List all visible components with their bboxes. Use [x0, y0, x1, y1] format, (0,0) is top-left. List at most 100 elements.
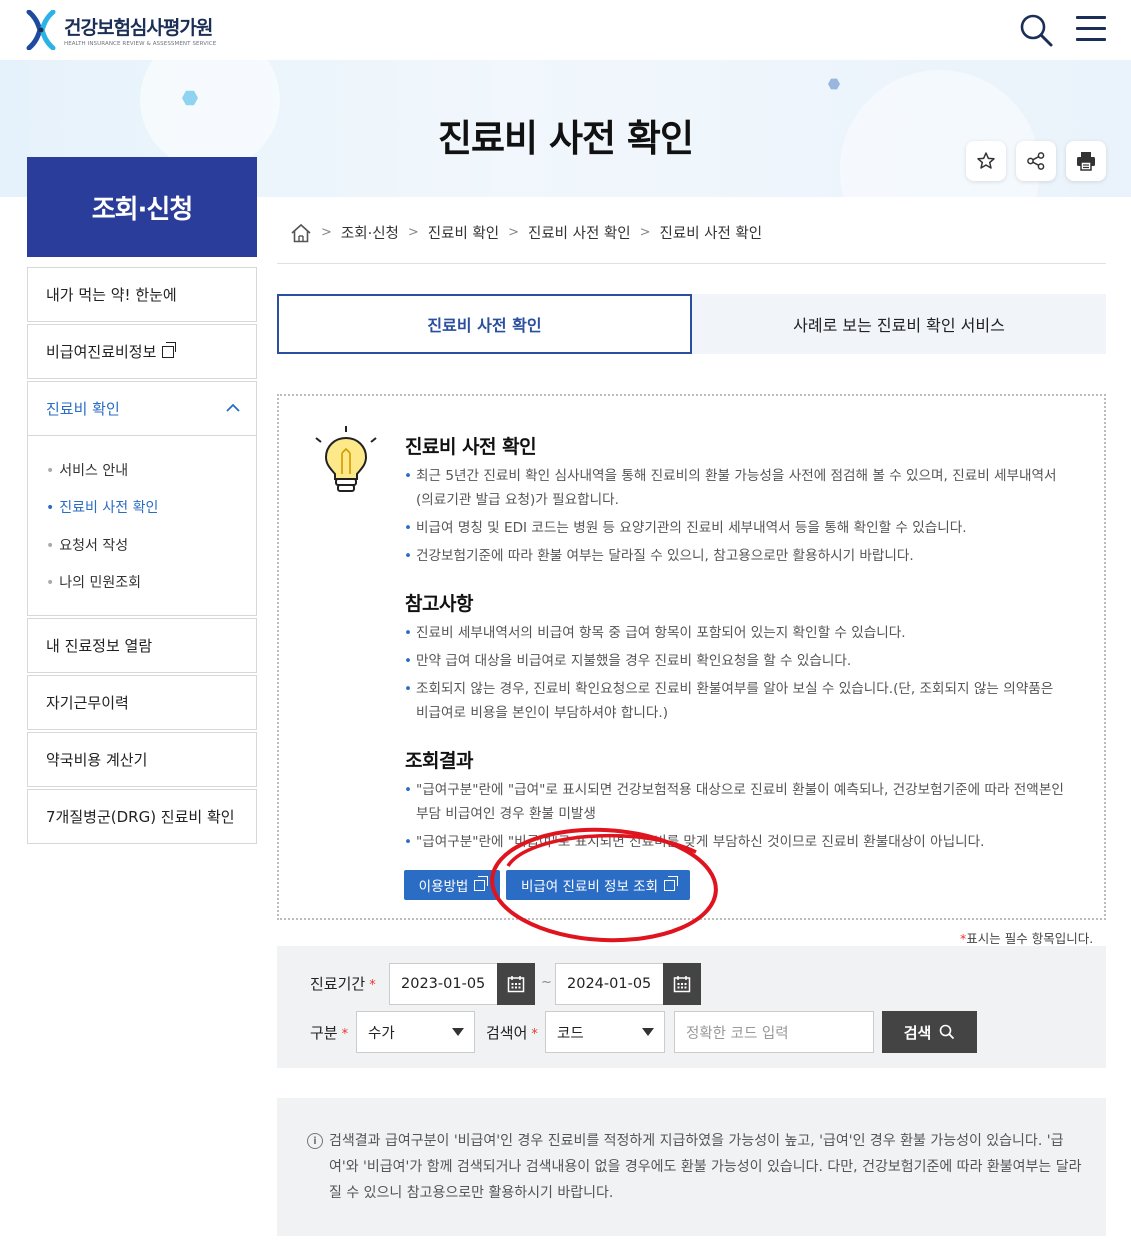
lightbulb-icon: [315, 426, 377, 492]
breadcrumb: > 조회·신청 > 진료비 확인 > 진료비 사전 확인 > 진료비 사전 확인: [290, 222, 762, 243]
search-icon: [1020, 14, 1053, 47]
required-star: *: [369, 978, 376, 993]
sidebar-item-noncovered-info[interactable]: 비급여진료비정보: [27, 324, 257, 379]
label-text: 검색어: [486, 1024, 528, 1042]
menu-line: [1076, 38, 1106, 41]
home-icon[interactable]: [290, 223, 312, 243]
site-header: 건강보험심사평가원 HEALTH INSURANCE REVIEW & ASSE…: [0, 0, 1131, 60]
required-note-text: 표시는 필수 항목입니다.: [966, 931, 1094, 946]
logo-mark-icon: [26, 10, 56, 50]
tab-pre-check[interactable]: 진료비 사전 확인: [277, 294, 692, 354]
period-label: 진료기간 *: [310, 973, 376, 994]
info-bullet: 만약 급여 대상을 비급여로 지불했을 경우 진료비 확인요청을 할 수 있습니…: [404, 649, 1064, 673]
required-star: *: [341, 1027, 349, 1042]
breadcrumb-item[interactable]: 진료비 사전 확인: [528, 222, 631, 243]
label-text: 구분: [310, 1024, 338, 1042]
type-label: 구분 *: [310, 1022, 348, 1043]
button-label: 검색: [903, 1023, 932, 1042]
hamburger-menu-button[interactable]: [1076, 16, 1106, 44]
sidebar-title: 조회·신청: [27, 157, 257, 257]
type-select[interactable]: 수가: [356, 1011, 475, 1053]
bookmark-button[interactable]: [966, 141, 1006, 181]
info-bullet: 비급여 명칭 및 EDI 코드는 병원 등 요양기관의 진료비 세부내역서 등을…: [404, 516, 1064, 540]
external-link-icon: [162, 341, 177, 358]
submenu-item-request-form[interactable]: 요청서 작성: [46, 535, 128, 555]
submenu-item-label: 진료비 사전 확인: [59, 500, 159, 516]
dropdown-arrow-icon: [452, 1028, 464, 1036]
calendar-icon: [507, 976, 525, 993]
chevron-right-icon: >: [407, 225, 419, 240]
search-icon: [939, 1024, 955, 1040]
sidebar-item-my-medicine[interactable]: 내가 먹는 약! 한눈에: [27, 267, 257, 322]
sidebar-item-work-history[interactable]: 자기근무이력: [27, 675, 257, 730]
notice-text: 검색결과 급여구분이 '비급여'인 경우 진료비를 적정하게 지급하였을 가능성…: [329, 1133, 1082, 1201]
sidebar-item-drg[interactable]: 7개질병군(DRG) 진료비 확인: [27, 789, 257, 844]
star-icon: [977, 152, 995, 169]
logo-subtitle: HEALTH INSURANCE REVIEW & ASSESSMENT SER…: [64, 41, 217, 47]
chevron-up-icon: [226, 403, 240, 412]
sidebar-item-label: 7개질병군(DRG) 진료비 확인: [46, 808, 235, 826]
chevron-right-icon: >: [639, 225, 651, 240]
share-button[interactable]: [1016, 141, 1056, 181]
section-title-results: 조회결과: [405, 750, 473, 772]
date-value: 2024-01-05: [567, 976, 652, 992]
sidebar-item-label: 내가 먹는 약! 한눈에: [46, 286, 177, 304]
submenu-item-label: 요청서 작성: [59, 538, 129, 554]
keyword-label: 검색어 *: [486, 1022, 538, 1043]
sidebar-item-label: 비급여진료비정보: [46, 343, 157, 361]
breadcrumb-current: 진료비 사전 확인: [659, 226, 763, 242]
chevron-right-icon: >: [508, 225, 519, 240]
sidebar-item-my-medical-info[interactable]: 내 진료정보 열람: [27, 618, 257, 673]
date-to-input[interactable]: 2024-01-05: [555, 963, 665, 1005]
site-logo[interactable]: 건강보험심사평가원 HEALTH INSURANCE REVIEW & ASSE…: [26, 10, 216, 50]
breadcrumb-divider: [277, 263, 1106, 264]
hexagon-decoration: [828, 78, 840, 90]
section-title-pre-check: 진료비 사전 확인: [405, 436, 537, 458]
calendar-icon: [673, 976, 691, 993]
sidebar-item-label: 진료비 확인: [46, 400, 120, 418]
breadcrumb-item[interactable]: 진료비 확인: [428, 222, 499, 243]
required-fields-note: *표시는 필수 항목입니다.: [960, 928, 1093, 947]
required-star: *: [531, 1027, 538, 1042]
search-button[interactable]: [1018, 12, 1054, 48]
submenu-item-my-complaints[interactable]: 나의 민원조회: [46, 572, 141, 592]
info-bullet: 조회되지 않는 경우, 진료비 확인요청으로 진료비 환불여부를 알아 보실 수…: [404, 677, 1064, 725]
red-annotation-circle: [490, 827, 718, 943]
code-search-input[interactable]: 정확한 코드 입력: [674, 1011, 874, 1053]
keyword-type-select[interactable]: 코드: [545, 1011, 665, 1053]
label-text: 진료기간: [310, 975, 366, 993]
info-bullet: "급여구분"란에 "급여"로 표시되면 건강보험적용 대상으로 진료비 환불이 …: [404, 778, 1064, 826]
menu-line: [1076, 16, 1106, 19]
print-icon: [1077, 152, 1095, 171]
how-to-use-button[interactable]: 이용방법: [404, 870, 500, 900]
logo-title: 건강보험심사평가원: [64, 17, 213, 39]
select-value: 수가: [368, 1025, 395, 1042]
info-bullet: 최근 5년간 진료비 확인 심사내역을 통해 진료비의 환불 가능성을 사전에 …: [404, 464, 1064, 512]
submenu-item-service-guide[interactable]: 서비스 안내: [46, 460, 128, 480]
select-value: 코드: [557, 1025, 584, 1042]
menu-line: [1076, 27, 1106, 30]
section-title-notes: 참고사항: [405, 593, 473, 615]
sidebar-item-pharmacy-calculator[interactable]: 약국비용 계산기: [27, 732, 257, 787]
date-value: 2023-01-05: [401, 976, 486, 992]
dropdown-arrow-icon: [642, 1028, 654, 1036]
print-button[interactable]: [1066, 141, 1106, 181]
search-button-submit[interactable]: 검색: [882, 1011, 977, 1053]
sidebar-item-label: 자기근무이력: [46, 694, 129, 712]
sidebar-item-fee-check[interactable]: 진료비 확인: [27, 381, 257, 436]
submenu-item-label: 나의 민원조회: [59, 575, 141, 591]
date-from-input[interactable]: 2023-01-05: [389, 963, 499, 1005]
submenu-item-label: 서비스 안내: [59, 463, 129, 479]
info-icon: i: [307, 1133, 323, 1149]
calendar-button-from[interactable]: [497, 963, 535, 1005]
sidebar-submenu: 서비스 안내 진료비 사전 확인 요청서 작성 나의 민원조회: [27, 436, 257, 616]
submenu-item-pre-check[interactable]: 진료비 사전 확인: [46, 497, 158, 517]
input-placeholder: 정확한 코드 입력: [686, 1025, 789, 1042]
info-bullet: 건강보험기준에 따라 환불 여부는 달라질 수 있으니, 참고용으로만 활용하시…: [404, 544, 1064, 568]
calendar-button-to[interactable]: [663, 963, 701, 1005]
external-link-icon: [474, 875, 489, 891]
breadcrumb-item[interactable]: 조회·신청: [341, 222, 399, 243]
tab-case-examples[interactable]: 사례로 보는 진료비 확인 서비스: [692, 294, 1106, 354]
date-range-separator: ~: [541, 975, 552, 990]
share-icon: [1027, 152, 1045, 170]
